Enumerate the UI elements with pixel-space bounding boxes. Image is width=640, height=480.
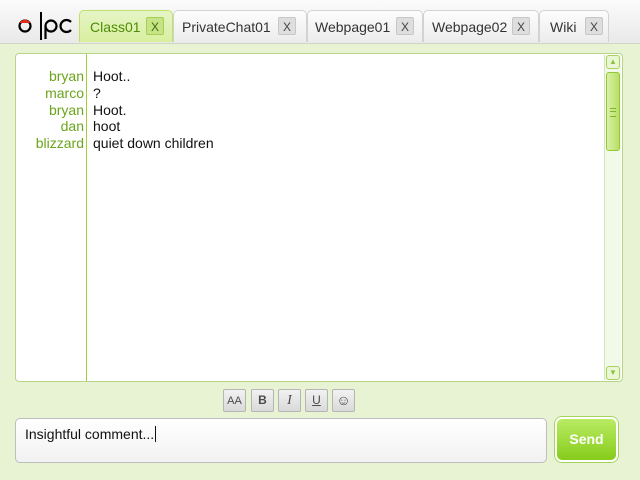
tab-label: Wiki	[550, 19, 577, 35]
bold-button[interactable]: B	[251, 389, 274, 412]
underline-icon: U	[312, 393, 321, 407]
message-text: Hoot.	[93, 102, 127, 118]
font-size-icon: AA	[227, 395, 242, 407]
italic-icon: I	[287, 393, 292, 408]
message-author: marco	[45, 85, 84, 101]
message-text: quiet down children	[93, 135, 214, 151]
tab-close-button[interactable]: X	[585, 17, 603, 35]
olpc-logo	[18, 12, 72, 40]
message-author: dan	[60, 118, 84, 134]
underline-button[interactable]: U	[305, 389, 328, 412]
message-text: Hoot..	[93, 68, 131, 84]
message-author: bryan	[48, 68, 84, 84]
tab-label: Webpage02	[432, 19, 508, 35]
tab-close-button[interactable]: X	[146, 17, 164, 35]
tab-label: Class01	[90, 19, 141, 35]
tab-webpage01[interactable]: Webpage01 X	[307, 10, 423, 42]
chat-window: Class01 X PrivateChat01 X Webpage01 X We…	[0, 0, 640, 480]
tab-close-button[interactable]: X	[512, 17, 530, 35]
send-button[interactable]: Send	[555, 417, 618, 462]
message-author: blizzard	[35, 135, 84, 151]
tab-close-button[interactable]: X	[278, 17, 296, 35]
message-input[interactable]: Insightful comment...	[15, 418, 547, 463]
tab-wiki[interactable]: Wiki X	[539, 10, 609, 42]
smiley-icon: ☺	[336, 392, 351, 408]
tab-webpage02[interactable]: Webpage02 X	[423, 10, 539, 42]
chat-message: marco ?	[16, 85, 606, 102]
message-author: bryan	[48, 102, 84, 118]
message-text: ?	[93, 85, 101, 101]
emoticon-button[interactable]: ☺	[332, 389, 355, 412]
tab-privatechat01[interactable]: PrivateChat01 X	[173, 10, 307, 42]
chat-log: bryan Hoot.. marco ? bryan Hoot. dan hoo…	[15, 53, 623, 382]
chat-message: dan hoot	[16, 118, 606, 135]
font-size-button[interactable]: AA	[223, 389, 246, 412]
message-text: hoot	[93, 118, 121, 134]
text-cursor	[155, 426, 157, 442]
chat-message: bryan Hoot.	[16, 102, 606, 119]
scroll-up-button[interactable]: ▲	[606, 55, 620, 69]
chat-message: bryan Hoot..	[16, 68, 606, 85]
tab-bar: Class01 X PrivateChat01 X Webpage01 X We…	[0, 0, 640, 44]
tab-class01[interactable]: Class01 X	[79, 10, 173, 42]
tab-close-button[interactable]: X	[396, 17, 414, 35]
scroll-thumb[interactable]	[606, 72, 620, 151]
message-input-value: Insightful comment...	[25, 426, 155, 442]
tab-label: Webpage01	[315, 19, 391, 35]
grip-icon	[610, 108, 616, 117]
bold-icon: B	[258, 393, 267, 407]
scroll-down-button[interactable]: ▼	[606, 366, 620, 380]
vertical-scrollbar[interactable]: ▲ ▼	[604, 55, 621, 380]
chat-message: blizzard quiet down children	[16, 135, 606, 152]
italic-button[interactable]: I	[278, 389, 301, 412]
tab-label: PrivateChat01	[182, 19, 271, 35]
